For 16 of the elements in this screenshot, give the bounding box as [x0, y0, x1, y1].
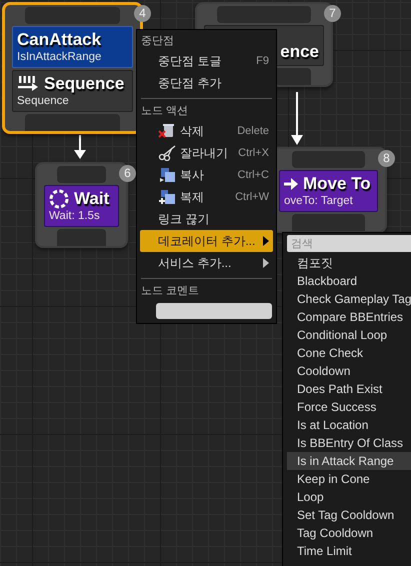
decorator-title: CanAttack	[17, 29, 102, 50]
decorator-subtitle: IsInAttackRange	[17, 50, 102, 64]
section-header: 중단점	[140, 34, 175, 49]
task-title: Wait	[74, 188, 110, 209]
task-title: Move To	[303, 173, 371, 194]
order-badge: 4	[134, 5, 151, 22]
order-badge: 8	[378, 150, 395, 167]
task-title: Sequence	[44, 73, 124, 94]
task-subtitle: oveTo: Target	[284, 194, 354, 208]
order-badge: 6	[119, 165, 136, 182]
task-subtitle: Sequence	[17, 94, 70, 108]
section-header: 노드 액션	[140, 104, 190, 119]
order-badge: 7	[324, 5, 341, 22]
task-title: ence	[280, 41, 319, 62]
task-subtitle: Wait: 1.5s	[49, 209, 101, 223]
section-header: 노드 코멘트	[140, 284, 200, 299]
